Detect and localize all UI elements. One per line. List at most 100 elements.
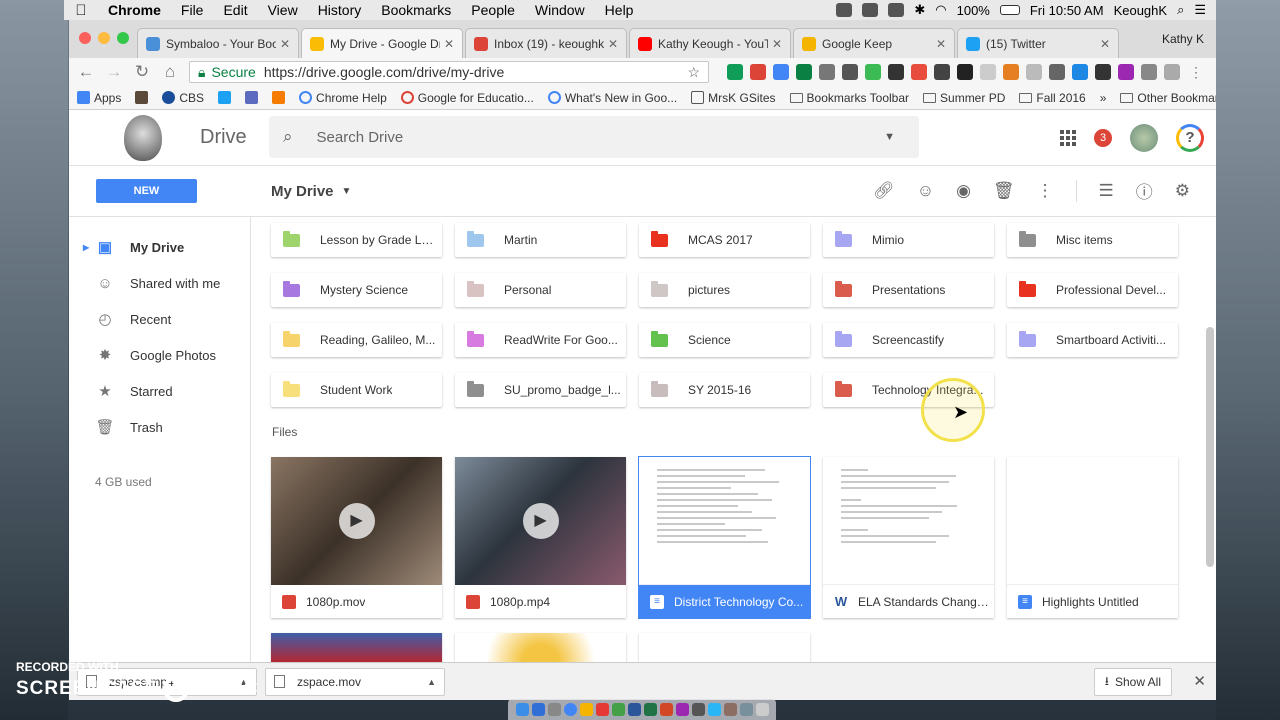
search-icon[interactable]: ⌕	[283, 127, 293, 147]
close-window-button[interactable]	[79, 32, 91, 44]
forward-arrow-icon[interactable]: →	[105, 62, 123, 82]
notifications-badge[interactable]: 3	[1094, 129, 1112, 147]
tab-youtube[interactable]: Kathy Keough - YouTube ✕	[629, 28, 791, 58]
download-item[interactable]: zspace.mov ▲	[265, 667, 445, 696]
folder-card[interactable]: Personal	[455, 273, 626, 307]
settings-gear-icon[interactable]: ⚙	[1175, 181, 1190, 201]
extension-icon[interactable]	[957, 63, 973, 80]
tab-inbox[interactable]: Inbox (19) - keoughk@ ✕	[465, 28, 627, 58]
bookmark-chrome-help[interactable]: Chrome Help	[299, 91, 387, 105]
bookmark-grid[interactable]	[245, 91, 259, 104]
file-card[interactable]: ≡ Highlights Untitled	[1007, 457, 1178, 618]
word-icon[interactable]	[627, 703, 641, 716]
folder-card[interactable]: SY 2015-16	[639, 373, 810, 407]
extension-icon[interactable]	[1118, 63, 1134, 80]
folder-card[interactable]: SU_promo_badge_l...	[455, 373, 626, 407]
home-icon[interactable]: ⌂	[161, 62, 179, 82]
menu-view[interactable]: View	[258, 2, 308, 18]
bookmark-apps[interactable]: Apps	[77, 91, 121, 105]
extension-icon[interactable]	[796, 63, 812, 80]
details-info-icon[interactable]: ⓘ	[1136, 178, 1153, 203]
menu-file[interactable]: File	[171, 2, 214, 18]
app-icon[interactable]	[739, 703, 753, 716]
bookmark-google-education[interactable]: Google for Educatio...	[400, 91, 534, 105]
url-text[interactable]: https://drive.google.com/drive/my-drive	[264, 64, 688, 80]
extension-icon[interactable]	[819, 63, 835, 80]
show-all-downloads-button[interactable]: ⭳ Show All	[1093, 668, 1172, 696]
account-avatar[interactable]	[1130, 124, 1158, 152]
extension-icon[interactable]	[1072, 63, 1088, 80]
menu-edit[interactable]: Edit	[213, 2, 257, 18]
bookmark-twitter[interactable]	[218, 91, 232, 104]
search-drive-box[interactable]: ⌕ Search Drive ▼	[269, 116, 919, 158]
file-card[interactable]: W ELA Standards Change...	[823, 457, 994, 618]
file-card-selected[interactable]: ≡ District Technology Co...	[639, 457, 810, 618]
powerpoint-icon[interactable]	[659, 703, 673, 716]
more-actions-icon[interactable]: ⋮	[1037, 181, 1054, 201]
menu-help[interactable]: Help	[595, 2, 644, 18]
bluetooth-icon[interactable]: ✱	[914, 2, 925, 18]
extension-icon[interactable]	[1003, 63, 1019, 80]
drive-extension-icon[interactable]	[773, 63, 789, 80]
folder-card[interactable]: Screencastify	[823, 323, 994, 357]
file-card[interactable]: ▶ 1080p.mov	[271, 457, 442, 618]
minimize-window-button[interactable]	[98, 32, 110, 44]
sidebar-item-my-drive[interactable]: ▶ ▣ My Drive	[69, 229, 250, 265]
share-icon[interactable]: ☺	[917, 181, 934, 201]
extension-icon[interactable]	[865, 63, 881, 80]
storage-used[interactable]: 4 GB used	[69, 475, 250, 489]
menu-app-name[interactable]: Chrome	[98, 2, 171, 18]
list-view-icon[interactable]: ☰	[1099, 181, 1114, 201]
folder-card[interactable]: Misc items	[1007, 223, 1178, 257]
bookmark-cbs[interactable]: CBS	[162, 91, 204, 105]
menu-people[interactable]: People	[461, 2, 525, 18]
sidebar-item-recent[interactable]: ◴ Recent	[69, 301, 250, 337]
bookmark-folder-toolbar[interactable]: Bookmarks Toolbar	[789, 91, 909, 105]
app-icon[interactable]	[675, 703, 689, 716]
close-tab-icon[interactable]: ✕	[1100, 37, 1110, 51]
tab-symbaloo[interactable]: Symbaloo - Your Book ✕	[137, 28, 299, 58]
excel-icon[interactable]	[643, 703, 657, 716]
expand-arrow-icon[interactable]: ▶	[83, 243, 89, 252]
spotlight-search-icon[interactable]: ⌕	[1177, 2, 1184, 18]
file-card[interactable]: ▶ 1080p.mp4	[455, 457, 626, 618]
folder-card[interactable]: Mystery Science	[271, 273, 442, 307]
close-tab-icon[interactable]: ✕	[280, 37, 290, 51]
reload-icon[interactable]: ↻	[133, 62, 151, 82]
search-input[interactable]: Search Drive	[317, 129, 885, 146]
search-options-caret-icon[interactable]: ▼	[884, 131, 895, 143]
play-icon[interactable]: ▶	[522, 503, 559, 539]
drive-title[interactable]: Drive	[200, 126, 247, 149]
folder-card[interactable]: Science	[639, 323, 810, 357]
folder-card[interactable]: Student Work	[271, 373, 442, 407]
sidebar-item-starred[interactable]: ★ Starred	[69, 373, 250, 409]
finder-icon[interactable]	[515, 703, 529, 716]
trash-icon[interactable]: 🗑︎	[993, 181, 1015, 201]
close-tab-icon[interactable]: ✕	[936, 37, 946, 51]
file-card-partial[interactable]	[455, 633, 626, 662]
file-card-partial[interactable]	[271, 633, 442, 662]
menubar-clock[interactable]: Fri 10:50 AM	[1030, 3, 1104, 18]
folder-card[interactable]: ReadWrite For Goo...	[455, 323, 626, 357]
extension-icon[interactable]	[1164, 63, 1180, 80]
app-store-icon[interactable]	[531, 703, 545, 716]
organization-logo[interactable]	[124, 114, 162, 161]
folder-card[interactable]: MCAS 2017	[639, 223, 810, 257]
menu-history[interactable]: History	[308, 2, 372, 18]
bookmark-mrsk-gsites[interactable]: MrsK GSites	[691, 91, 776, 105]
extension-icon[interactable]	[1026, 63, 1042, 80]
zoom-window-button[interactable]	[117, 32, 129, 44]
address-bar[interactable]: 🔒︎ Secure https://drive.google.com/drive…	[189, 61, 709, 83]
quicksilver-icon[interactable]	[836, 3, 853, 17]
trash-dock-icon[interactable]	[755, 703, 769, 716]
back-arrow-icon[interactable]: ←	[77, 62, 95, 82]
location-dropdown[interactable]: My Drive ▼	[271, 183, 351, 200]
sidebar-item-shared-with-me[interactable]: ☺ Shared with me	[69, 265, 250, 301]
folder-card[interactable]: Mimio	[823, 223, 994, 257]
new-button[interactable]: NEW	[96, 179, 197, 203]
app-icon[interactable]	[611, 703, 625, 716]
folder-card[interactable]: Presentations	[823, 273, 994, 307]
folder-card[interactable]: Professional Devel...	[1007, 273, 1178, 307]
google-apps-icon[interactable]	[1060, 130, 1076, 146]
bookmark-star-icon[interactable]: ☆	[687, 64, 700, 81]
